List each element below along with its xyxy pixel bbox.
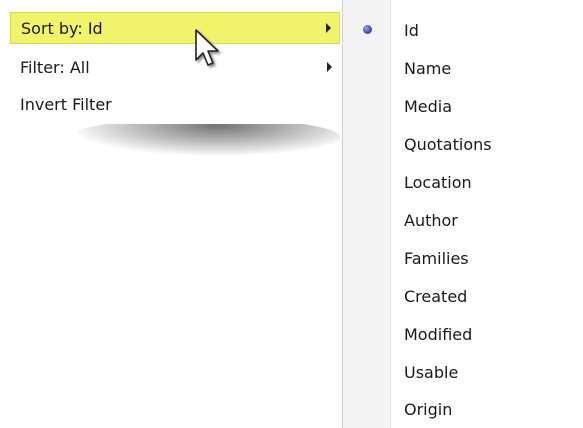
context-menu: Sort by: Id Filter: All Invert Filter — [0, 0, 340, 124]
submenu-item-label: Usable — [404, 362, 459, 382]
submenu-item-id[interactable]: Id — [391, 11, 583, 49]
submenu-item-label: Families — [404, 248, 469, 268]
menu-item-invert-filter[interactable]: Invert Filter — [10, 88, 340, 120]
radio-dot-icon — [363, 25, 372, 34]
menu-item-label: Invert Filter — [20, 94, 112, 114]
submenu-item-created[interactable]: Created — [391, 277, 583, 315]
submenu-item-author[interactable]: Author — [391, 201, 583, 239]
submenu-item-usable[interactable]: Usable — [391, 353, 583, 391]
submenu-item-origin[interactable]: Origin — [391, 390, 583, 428]
submenu-item-modified[interactable]: Modified — [391, 315, 583, 353]
submenu-arrow-icon — [326, 23, 331, 33]
submenu-item-label: Created — [404, 286, 468, 306]
submenu-item-label: Location — [404, 172, 472, 192]
menu-item-sort-by[interactable]: Sort by: Id — [10, 12, 340, 44]
submenu-item-label: Quotations — [404, 134, 492, 154]
submenu-item-location[interactable]: Location — [391, 163, 583, 201]
submenu-item-media[interactable]: Media — [391, 87, 583, 125]
menu-item-label: Filter: All — [20, 57, 90, 77]
submenu-item-label: Id — [404, 20, 419, 40]
mouse-cursor-icon — [195, 29, 219, 66]
submenu-item-label: Name — [404, 58, 452, 78]
submenu-item-label: Origin — [404, 399, 453, 419]
sort-by-submenu: Id Name Media Quotations Location Author… — [342, 0, 583, 428]
submenu-icon-gutter — [343, 0, 391, 428]
submenu-item-name[interactable]: Name — [391, 49, 583, 87]
menu-item-filter[interactable]: Filter: All — [10, 51, 340, 83]
submenu-arrow-icon — [327, 62, 332, 72]
submenu-item-label: Media — [404, 96, 453, 116]
submenu-item-label: Author — [404, 210, 458, 230]
submenu-item-families[interactable]: Families — [391, 239, 583, 277]
menu-item-label: Sort by: Id — [21, 18, 103, 38]
submenu-item-label: Modified — [404, 324, 473, 344]
submenu-item-quotations[interactable]: Quotations — [391, 125, 583, 163]
